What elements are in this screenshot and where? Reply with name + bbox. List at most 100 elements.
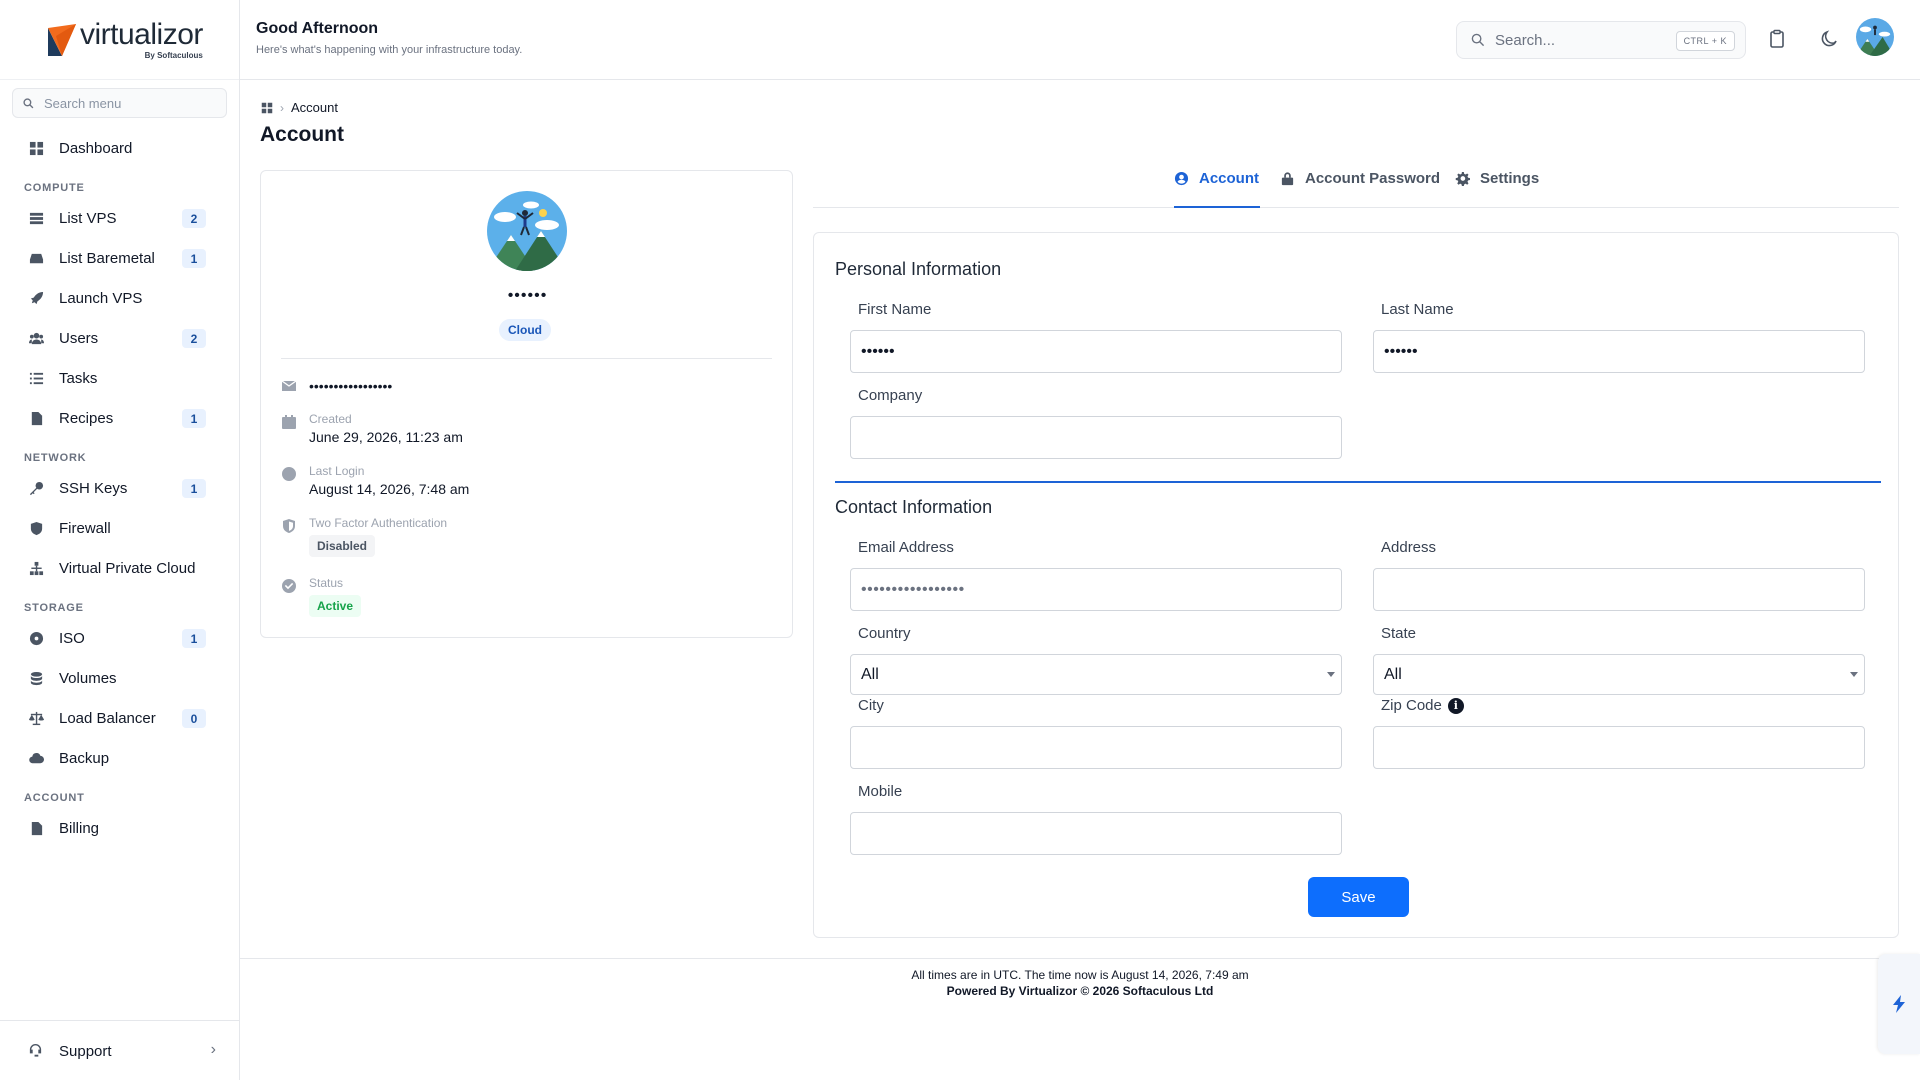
file-code-icon — [28, 410, 44, 426]
company-field[interactable] — [850, 416, 1342, 459]
email-label: Email Address — [858, 539, 954, 556]
brand-logo[interactable]: virtualizor By Softaculous — [0, 0, 239, 80]
sidebar-item-volumes[interactable]: Volumes — [0, 658, 239, 698]
sidebar-item-launch-vps[interactable]: Launch VPS — [0, 278, 239, 318]
shield-icon — [281, 518, 297, 534]
state-select[interactable]: All — [1373, 654, 1865, 695]
city-field[interactable] — [850, 726, 1342, 769]
quick-actions-tab[interactable] — [1878, 954, 1920, 1054]
address-field[interactable] — [1373, 568, 1865, 611]
page-footer: All times are in UTC. The time now is Au… — [240, 958, 1920, 998]
sidebar-item-label: Recipes — [59, 409, 114, 427]
profile-last-login-row: Last Login August 14, 2026, 7:48 am — [281, 464, 469, 499]
envelope-icon — [281, 378, 297, 394]
profile-email: ••••••••••••••••• — [309, 378, 393, 394]
breadcrumb: › Account — [261, 100, 338, 115]
country-select[interactable]: All — [850, 654, 1342, 695]
zip-label-row: Zip Code i — [1381, 697, 1464, 714]
lightning-icon — [1893, 995, 1905, 1013]
sidebar-item-load-balancer[interactable]: Load Balancer 0 — [0, 698, 239, 738]
sidebar-item-users[interactable]: Users 2 — [0, 318, 239, 358]
timezone-note: All times are in UTC. The time now is Au… — [911, 968, 1249, 982]
sidebar-item-backup[interactable]: Backup — [0, 738, 239, 778]
status-badge: Active — [309, 595, 362, 617]
sidebar-item-recipes[interactable]: Recipes 1 — [0, 398, 239, 438]
tab-account-password[interactable]: Account Password — [1280, 170, 1440, 208]
account-form: Personal Information First Name Last Nam… — [813, 232, 1899, 938]
sidebar-section-network: NETWORK — [24, 452, 87, 464]
sidebar-item-list-baremetal[interactable]: List Baremetal 1 — [0, 238, 239, 278]
tab-account[interactable]: Account — [1174, 170, 1260, 208]
save-button[interactable]: Save — [1308, 877, 1409, 917]
profile-2fa-row: Two Factor Authentication Disabled — [281, 516, 447, 557]
count-badge: 1 — [182, 479, 206, 498]
sidebar-item-support[interactable]: Support › — [0, 1021, 240, 1080]
sidebar-item-label: Support — [59, 1042, 112, 1060]
last-name-field[interactable] — [1373, 330, 1865, 373]
mobile-field[interactable] — [850, 812, 1342, 855]
count-badge: 1 — [182, 629, 206, 648]
sidebar-item-label: Tasks — [59, 369, 98, 387]
cloud-upload-icon — [28, 750, 44, 766]
sidebar-item-label: Dashboard — [59, 139, 133, 157]
tab-label: Settings — [1480, 170, 1540, 187]
chevron-right-icon: › — [280, 100, 284, 115]
sidebar-item-virtual-private-cloud[interactable]: Virtual Private Cloud — [0, 548, 239, 588]
sidebar-item-firewall[interactable]: Firewall — [0, 508, 239, 548]
tab-label: Account Password — [1305, 170, 1441, 187]
clipboard-icon[interactable] — [1765, 27, 1789, 51]
user-circle-icon — [1174, 171, 1189, 190]
email-field[interactable] — [850, 568, 1342, 611]
count-badge: 1 — [182, 249, 206, 268]
state-selected-value: All — [1384, 665, 1402, 683]
hard-drive-icon — [28, 250, 44, 266]
count-badge: 2 — [182, 209, 206, 228]
sidebar-item-label: SSH Keys — [59, 479, 128, 497]
clock-icon — [281, 466, 297, 482]
mobile-label: Mobile — [858, 783, 903, 800]
sidebar-item-label: List VPS — [59, 209, 117, 227]
grid-icon[interactable] — [261, 102, 273, 114]
global-search-input[interactable] — [1495, 31, 1665, 49]
moon-icon[interactable] — [1817, 27, 1841, 51]
menu-search-input[interactable] — [44, 95, 214, 111]
first-name-label: First Name — [858, 301, 932, 318]
greeting-title: Good Afternoon — [256, 20, 379, 37]
search-icon — [23, 97, 34, 108]
users-icon — [28, 330, 44, 346]
greeting-subtitle: Here's what's happening with your infras… — [256, 44, 523, 56]
sidebar-item-label: Users — [59, 329, 99, 347]
info-icon[interactable]: i — [1447, 697, 1464, 714]
sidebar-section-account: ACCOUNT — [24, 792, 85, 804]
plan-badge: Cloud — [499, 319, 551, 341]
first-name-field[interactable] — [850, 330, 1342, 373]
zip-field[interactable] — [1373, 726, 1865, 769]
calendar-icon — [281, 414, 297, 430]
sidebar-item-ssh-keys[interactable]: SSH Keys 1 — [0, 468, 239, 508]
tab-settings[interactable]: Settings — [1455, 170, 1539, 208]
personal-info-title: Personal Information — [835, 259, 1002, 279]
country-selected-value: All — [861, 665, 879, 683]
top-header: Good Afternoon Here's what's happening w… — [240, 0, 1920, 80]
caret-down-icon — [1850, 672, 1858, 677]
avatar[interactable] — [1856, 18, 1894, 56]
database-icon — [28, 670, 44, 686]
caret-down-icon — [1327, 672, 1335, 677]
country-label: Country — [858, 625, 911, 642]
powered-by: Powered By Virtualizor © 2026 Softaculou… — [946, 984, 1214, 998]
invoice-icon — [28, 820, 44, 836]
global-search[interactable]: CTRL + K — [1456, 21, 1746, 59]
profile-card: •••••• Cloud ••••••••••••••••• Created J… — [260, 170, 793, 638]
sidebar-item-billing[interactable]: Billing — [0, 808, 239, 848]
sidebar-item-iso[interactable]: ISO 1 — [0, 618, 239, 658]
menu-search[interactable] — [12, 88, 227, 118]
profile-created-row: Created June 29, 2026, 11:23 am — [281, 412, 463, 447]
brand-tagline: By Softaculous — [144, 50, 203, 60]
chevron-right-icon: › — [210, 1041, 216, 1058]
keyboard-shortcut-hint: CTRL + K — [1675, 31, 1735, 51]
twofa-status-badge: Disabled — [309, 535, 376, 557]
server-icon — [28, 210, 44, 226]
sidebar-item-tasks[interactable]: Tasks — [0, 358, 239, 398]
sidebar-item-dashboard[interactable]: Dashboard — [0, 128, 239, 168]
sidebar-item-list-vps[interactable]: List VPS 2 — [0, 198, 239, 238]
